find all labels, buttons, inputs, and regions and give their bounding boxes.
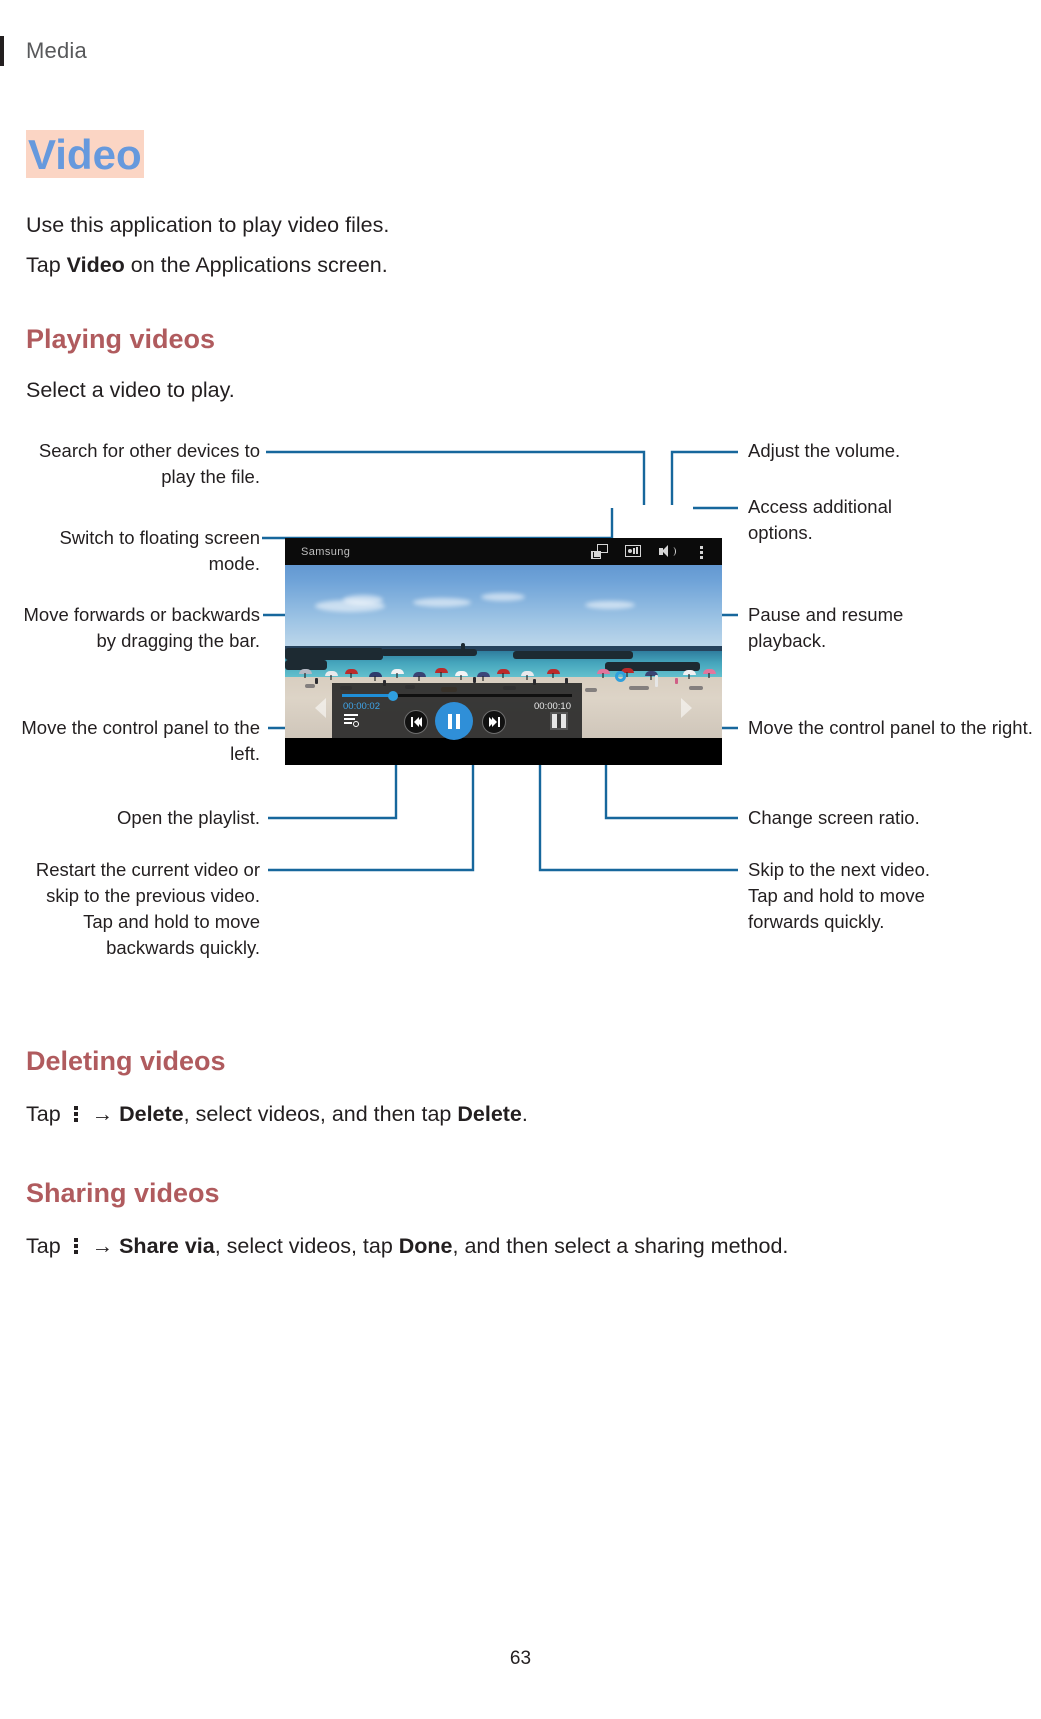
devices-icon[interactable] <box>625 544 642 559</box>
callout-skip-next: Skip to the next video. Tap and hold to … <box>748 859 931 932</box>
player-video-title: Samsung <box>301 545 351 558</box>
callout-pause-resume: Pause and resume playback. <box>748 604 904 651</box>
cloud <box>585 601 635 609</box>
page-title: Video <box>26 130 144 178</box>
more-options-icon <box>73 1106 79 1123</box>
seek-bar[interactable] <box>342 690 572 701</box>
share-arrow: → <box>85 1234 120 1258</box>
callout-restart-previous: Restart the current video or skip to the… <box>35 859 260 958</box>
umbrella <box>391 669 404 678</box>
person <box>675 678 678 684</box>
seek-bar-thumb[interactable] <box>387 690 398 701</box>
player-topbar-icons <box>591 544 710 559</box>
cloud <box>481 593 525 601</box>
umbrella <box>521 671 534 680</box>
player-buttons <box>332 702 582 740</box>
move-panel-right-arrow[interactable] <box>681 698 692 718</box>
floating-window-icon[interactable] <box>591 544 608 559</box>
callout-seek-bar: Move forwards or backwards by dragging t… <box>23 604 260 651</box>
callout-screen-ratio: Change screen ratio. <box>748 807 920 828</box>
next-icon[interactable] <box>482 710 506 734</box>
intro-line-2-bold: Video <box>66 253 125 277</box>
callout-panel-left: Move the control panel to the left. <box>21 717 260 764</box>
intro-line-2-post: on the Applications screen. <box>124 253 388 277</box>
person <box>655 675 658 687</box>
callout-panel-right: Move the control panel to the right. <box>748 717 1033 738</box>
swim-ring <box>615 671 626 682</box>
player-top-bar: Samsung <box>285 538 722 565</box>
umbrella <box>435 668 448 677</box>
heading-sharing-videos: Sharing videos <box>26 1178 220 1208</box>
volume-icon[interactable] <box>659 544 676 559</box>
seek-bar-fill <box>342 694 393 697</box>
page-title-wrap: Video <box>26 130 144 178</box>
share-pre: Tap <box>26 1234 67 1258</box>
text-select-a-video: Select a video to play. <box>26 378 235 402</box>
text-deleting-videos: Tap → Delete, select videos, and then ta… <box>26 1102 528 1127</box>
lighthouse <box>461 643 465 652</box>
umbrella <box>369 672 382 681</box>
screen-ratio-icon[interactable] <box>550 712 568 730</box>
more-options-icon[interactable] <box>693 544 710 559</box>
delete-arrow: → <box>85 1102 120 1126</box>
umbrella <box>683 670 696 679</box>
heading-deleting-videos: Deleting videos <box>26 1046 226 1076</box>
beach-object <box>585 688 597 692</box>
umbrella <box>413 672 426 681</box>
annotated-player-diagram: Samsung 00:00:02 00:00:10 Search for oth… <box>0 430 1041 1000</box>
pause-icon[interactable] <box>435 702 473 740</box>
umbrella <box>325 671 338 680</box>
umbrella <box>477 672 490 681</box>
page-header: Media <box>0 36 87 66</box>
page-number: 63 <box>509 1648 532 1669</box>
intro-line-2: Tap Video on the Applications screen. <box>26 245 389 285</box>
umbrella <box>497 669 510 678</box>
umbrella <box>703 669 716 678</box>
playlist-icon[interactable] <box>344 714 359 728</box>
text-sharing-videos: Tap → Share via, select videos, tap Done… <box>26 1234 788 1259</box>
cloud <box>413 598 471 607</box>
callout-adjust-volume: Adjust the volume. <box>748 440 901 461</box>
beach-object <box>629 686 649 690</box>
share-bold-1: Share via <box>119 1234 215 1258</box>
previous-icon[interactable] <box>404 710 428 734</box>
delete-bold-2: Delete <box>457 1102 522 1126</box>
beach-object <box>305 684 315 688</box>
umbrella <box>299 669 312 678</box>
umbrella <box>547 669 560 678</box>
umbrella <box>597 669 610 678</box>
callout-open-playlist: Open the playlist. <box>117 807 260 828</box>
share-mid: , select videos, tap <box>214 1234 399 1258</box>
rock <box>513 651 633 659</box>
rock <box>285 648 383 660</box>
delete-end: . <box>521 1102 528 1126</box>
share-bold-2: Done <box>398 1234 453 1258</box>
header-title: Media <box>26 38 87 63</box>
more-options-icon <box>73 1238 79 1255</box>
intro-line-2-pre: Tap <box>26 253 67 277</box>
share-end: , and then select a sharing method. <box>452 1234 789 1258</box>
delete-bold-1: Delete <box>119 1102 184 1126</box>
move-panel-left-arrow[interactable] <box>315 698 326 718</box>
manual-page: Media Video Use this application to play… <box>0 0 1041 1719</box>
callout-search-devices: Search for other devices to play the fil… <box>38 440 260 487</box>
player-control-panel[interactable]: 00:00:02 00:00:10 <box>332 683 582 740</box>
header-rule <box>0 36 4 66</box>
intro-paragraphs: Use this application to play video files… <box>26 205 389 285</box>
delete-pre: Tap <box>26 1102 67 1126</box>
person <box>315 678 318 684</box>
callout-additional-options: Access additional options. <box>748 496 892 543</box>
beach-object <box>689 686 703 690</box>
umbrella <box>345 669 358 678</box>
delete-mid: , select videos, and then tap <box>183 1102 458 1126</box>
umbrella <box>455 671 468 680</box>
callout-floating-mode: Switch to floating screen mode. <box>59 527 260 574</box>
heading-playing-videos: Playing videos <box>26 324 216 354</box>
intro-line-1: Use this application to play video files… <box>26 213 390 237</box>
cloud <box>343 595 383 605</box>
video-player[interactable]: Samsung 00:00:02 00:00:10 <box>285 538 722 765</box>
